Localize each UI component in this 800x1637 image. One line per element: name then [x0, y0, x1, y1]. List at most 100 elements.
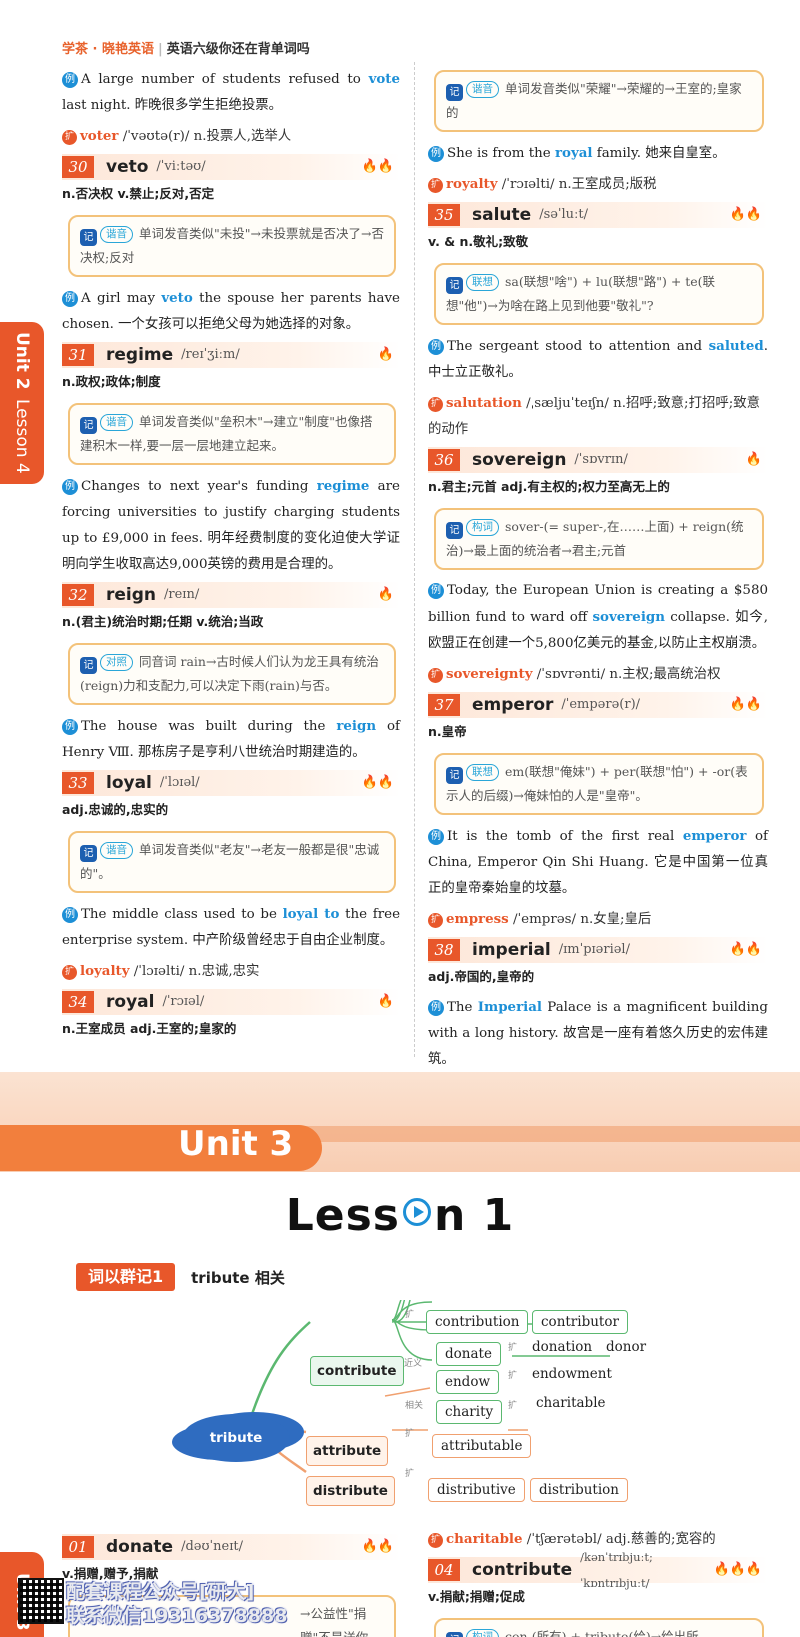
mindmap-root-tribute: tribute [182, 1414, 290, 1462]
left-column: 例A large number of students refused to v… [62, 62, 400, 1043]
example-sovereign: 例 Today, the European Union is creating a… [428, 578, 768, 657]
extension-word: empress [446, 911, 509, 927]
example-highlight: royal [554, 145, 593, 161]
extension-badge: 扩 [428, 178, 443, 193]
word-entry-contribute: 04 contribute/kənˈtrɪbjuːt; ˈkɒntrɪbjuːt/… [428, 1550, 768, 1590]
tag-extension: 扩 [508, 1343, 518, 1353]
tip-tag: 构词 [466, 1629, 499, 1637]
mindmap-node-contribute: contribute [310, 1356, 404, 1386]
example-badge: 例 [428, 583, 444, 599]
example-badge: 例 [62, 291, 78, 307]
example-highlight: Imperial [477, 999, 542, 1015]
extension-def: /ˈrɔɪəlti/ n.王室成员;版税 [497, 177, 657, 192]
word-entry-reign: 32 reign/reɪn/ 🔥 [62, 582, 400, 608]
example-text: The sergeant stood to attention and [447, 339, 709, 354]
extension-word: voter [80, 128, 119, 144]
example-text: A large number of students refused to [81, 72, 369, 87]
extension-badge: 扩 [62, 130, 77, 145]
word-group-label: 词以群记1 [76, 1263, 176, 1291]
frequency-flame-icon: 🔥🔥 [361, 159, 394, 174]
tip-tag: 联想 [466, 764, 499, 781]
entry-word: sovereign [472, 450, 567, 470]
mindmap-node-distributive: distributive [428, 1478, 525, 1502]
frequency-flame-icon: 🔥 [377, 587, 394, 602]
word-group-suffix: 相关 [254, 1268, 285, 1287]
entry-word: donate [106, 1537, 174, 1557]
entry-definition: n.王室成员 adj.王室的;皇家的 [62, 1021, 237, 1036]
frequency-flame-icon: 🔥🔥 [729, 697, 762, 712]
entry-number: 35 [428, 204, 460, 226]
mindmap-node-attributable: attributable [432, 1434, 532, 1458]
bottom-right-column: 扩 charitable /ˈtʃærətəbl/ adj.慈善的;宽容的 04 c… [428, 1524, 768, 1637]
example-reign: 例 The house was built during the reign of… [62, 713, 400, 766]
tag-related: 相关 [405, 1401, 424, 1411]
example-highlight: reign [336, 718, 377, 734]
entry-word: salute [472, 205, 532, 225]
entry-phonetic: /ˈempərə(r)/ [561, 697, 641, 712]
tip-tag: 谐音 [100, 414, 133, 431]
entry-word: regime [106, 345, 174, 365]
extension-def: /ˈsɒvrənti/ n.主权;最高统治权 [532, 667, 721, 682]
example-text: Changes to next year's funding [81, 479, 317, 494]
header-brand: 学茶 · 晓艳英语 [62, 42, 154, 57]
entry-number: 36 [428, 449, 460, 471]
extension-def: /ˈemprəs/ n.女皇;皇后 [508, 912, 652, 927]
example-text: The [447, 1000, 478, 1015]
watermark: 配套课程公众号[研大] 联系微信19316378888 [66, 1580, 287, 1628]
memory-tip-box: 记谐音 单词发音类似"未投"→未投票就是否决了→否决权;反对 [68, 215, 396, 277]
word-group-topic: tribute 相关 [191, 1267, 285, 1288]
extension-voter: 扩 voter /ˈvəʊtə(r)/ n.投票人,选举人 [62, 123, 400, 150]
example-badge: 例 [62, 907, 78, 923]
extension-word: sovereignty [446, 666, 533, 682]
example-translation: family. 她来自皇室。 [592, 146, 726, 161]
memory-tip-box: 记谐音 单词发音类似"荣耀"→荣耀的→王室的;皇家的 [434, 70, 764, 132]
tag-extension: 扩 [405, 1310, 415, 1320]
mindmap-node-donate: donate [436, 1342, 501, 1366]
example-badge: 例 [62, 72, 78, 88]
example-loyal: 例 The middle class used to be loyal to th… [62, 901, 400, 954]
example-highlight: loyal to [282, 906, 340, 922]
tip-tag: 谐音 [100, 842, 133, 859]
side-tab-unit: Unit 2 [12, 331, 32, 390]
example-veto: 例A girl may veto the spouse her parents … [62, 285, 400, 338]
extension-badge: 扩 [428, 668, 443, 683]
entry-definition: n.政权;政体;制度 [62, 374, 161, 389]
example-translation: last night. 昨晚很多学生拒绝投票。 [62, 98, 283, 113]
entry-number: 32 [62, 584, 94, 606]
tip-text: →公益性"捐赠"不是送你的。 [300, 1606, 368, 1637]
tip-icon: 记 [446, 522, 463, 539]
word-entry-loyal: 33 loyal/ˈlɔɪəl/ 🔥🔥 [62, 770, 400, 796]
frequency-flame-icon: 🔥 [377, 994, 394, 1009]
tip-icon: 记 [80, 229, 97, 246]
extension-def: /ˈlɔɪəlti/ n.忠诚,忠实 [129, 964, 260, 979]
extension-word: loyalty [80, 963, 130, 979]
word-entry-emperor: 37 emperor/ˈempərə(r)/ 🔥🔥 [428, 692, 768, 718]
extension-badge: 扩 [62, 965, 77, 980]
extension-word: salutation [446, 395, 522, 411]
entry-definition: n.皇帝 [428, 724, 467, 739]
mindmap-node-contribution: contribution [426, 1310, 529, 1334]
example-highlight: veto [161, 290, 193, 306]
example-royal: 例 She is from the royal family. 她来自皇室。 [428, 140, 768, 167]
example-text: A girl may [81, 291, 162, 306]
entry-phonetic: /ˈlɔɪəl/ [159, 775, 200, 790]
tag-extension: 扩 [405, 1429, 415, 1439]
example-imperial: 例 The Imperial Palace is a magnificent bu… [428, 994, 768, 1073]
word-entry-imperial: 38 imperial/ɪmˈpɪəriəl/ 🔥🔥 [428, 937, 768, 963]
mindmap-node-attribute: attribute [306, 1436, 389, 1466]
tip-icon: 记 [446, 84, 463, 101]
extension-badge: 扩 [428, 397, 443, 412]
example-badge: 例 [62, 479, 78, 495]
entry-phonetic: /ˈrɔɪəl/ [162, 994, 205, 1009]
entry-phonetic: /səˈluːt/ [539, 207, 589, 222]
entry-definition: n.君主;元首 adj.有主权的;权力至高无上的 [428, 479, 670, 494]
example-text: It is the tomb of the first real [447, 829, 683, 844]
tip-tag: 构词 [466, 519, 499, 536]
lesson-title: Less n 1 [0, 1190, 800, 1241]
lesson-title-part: n 1 [434, 1190, 515, 1241]
extension-word: charitable [446, 1531, 523, 1547]
play-icon[interactable] [403, 1198, 431, 1226]
mindmap-node-endow: endow [436, 1370, 500, 1394]
example-emperor: 例 It is the tomb of the first real empero… [428, 823, 768, 902]
unit-title: Unit 3 [178, 1124, 294, 1164]
